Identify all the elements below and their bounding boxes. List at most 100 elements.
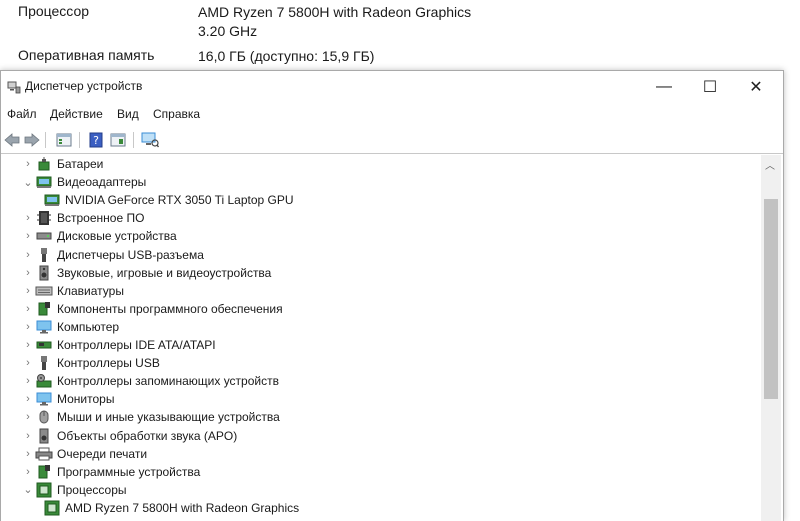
computer-icon — [35, 319, 53, 335]
window-title: Диспетчер устройств — [25, 79, 143, 93]
chevron-right-icon[interactable]: › — [21, 430, 35, 442]
scroll-up-arrow-icon[interactable]: ︿ — [765, 157, 775, 172]
tree-category[interactable]: › Клавиатуры — [21, 282, 124, 300]
toolbar-separator — [45, 132, 46, 148]
processor-value-line1: AMD Ryzen 7 5800H with Radeon Graphics — [198, 4, 472, 20]
tree-category[interactable]: ⌄ Видеоадаптеры — [21, 173, 146, 191]
scrollbar-thumb[interactable] — [764, 199, 778, 399]
tree-category[interactable]: › Встроенное ПО — [21, 209, 144, 227]
chevron-right-icon[interactable]: › — [21, 411, 35, 423]
menu-bar: Файл Действие Вид Справка — [1, 105, 783, 125]
back-arrow-icon[interactable] — [3, 131, 21, 149]
toolbar-separator — [133, 132, 134, 148]
menu-action[interactable]: Действие — [50, 107, 103, 121]
menu-file[interactable]: Файл — [7, 107, 37, 121]
chevron-right-icon[interactable]: › — [21, 267, 35, 279]
monitor-icon — [35, 391, 53, 407]
chevron-right-icon[interactable]: › — [21, 230, 35, 242]
tree-item-label: Видеоадаптеры — [57, 175, 147, 190]
chevron-right-icon[interactable]: › — [21, 212, 35, 224]
ram-value: 16,0 ГБ (доступно: 15,9 ГБ) — [198, 48, 375, 64]
device-tree: › Батареи ⌄ Видеоадаптеры NVIDIA GeForce RTX… — [1, 155, 761, 521]
tree-item-label: Контроллеры USB — [57, 356, 160, 371]
usb-connector-icon — [35, 247, 53, 263]
tree-category[interactable]: › Компоненты программного обеспечения — [21, 300, 283, 318]
tree-item-label: Встроенное ПО — [57, 211, 145, 226]
tree-category[interactable]: › Объекты обработки звука (APO) — [21, 427, 237, 445]
forward-arrow-icon[interactable] — [23, 131, 41, 149]
tree-category[interactable]: › Компьютер — [21, 318, 119, 336]
device-manager-window: Диспетчер устройств — ☐ ✕ Файл Действие … — [0, 70, 784, 521]
mouse-icon — [35, 409, 53, 425]
usb-controller-icon — [35, 355, 53, 371]
tree-category[interactable]: › Очереди печати — [21, 445, 147, 463]
tree-item-label: Объекты обработки звука (APO) — [57, 428, 238, 443]
maximize-button[interactable]: ☐ — [687, 71, 733, 103]
vertical-scrollbar[interactable]: ︿ — [761, 155, 781, 521]
firmware-icon — [35, 210, 53, 226]
chevron-right-icon[interactable]: › — [21, 448, 35, 460]
tree-category[interactable]: › Мыши и иные указывающие устройства — [21, 408, 280, 426]
tree-category[interactable]: › Батареи — [21, 155, 103, 173]
chevron-down-icon[interactable]: ⌄ — [21, 176, 35, 189]
tree-item-label: Дисковые устройства — [57, 229, 177, 244]
tree-item-label: Диспетчеры USB-разъема — [57, 247, 204, 262]
ram-label: Оперативная память — [18, 47, 155, 63]
chevron-down-icon[interactable]: ⌄ — [21, 483, 35, 496]
close-button[interactable]: ✕ — [733, 71, 779, 103]
tree-item-label: Контроллеры IDE ATA/ATAPI — [57, 338, 216, 352]
tree-category[interactable]: › Звуковые, игровые и видеоустройства — [21, 264, 271, 282]
chevron-right-icon[interactable]: › — [21, 285, 35, 297]
tree-item-label: NVIDIA GeForce RTX 3050 Ti Laptop GPU — [65, 193, 294, 208]
tree-item-label: Мыши и иные указывающие устройства — [57, 410, 280, 425]
toolbar: ? — [1, 127, 783, 154]
menu-help[interactable]: Справка — [153, 107, 200, 121]
tree-category[interactable]: › Диспетчеры USB-разъема — [21, 246, 204, 264]
tree-category[interactable]: › Программные устройства — [21, 463, 200, 481]
chevron-right-icon[interactable]: › — [21, 357, 35, 369]
tree-category[interactable]: › Дисковые устройства — [21, 227, 177, 245]
menu-view[interactable]: Вид — [117, 107, 139, 121]
display-adapter-icon — [43, 192, 61, 208]
processor-value-line2: 3.20 GHz — [198, 23, 258, 39]
tree-category[interactable]: ⌄ Процессоры — [21, 481, 127, 499]
tree-item-label: Звуковые, игровые и видеоустройства — [57, 265, 272, 280]
processor-icon — [43, 500, 61, 516]
display-adapter-icon — [35, 174, 53, 190]
disk-drive-icon — [35, 228, 53, 244]
chevron-right-icon[interactable]: › — [21, 249, 35, 261]
tree-category[interactable]: › Контроллеры IDE ATA/ATAPI — [21, 336, 216, 354]
chevron-right-icon[interactable]: › — [21, 339, 35, 351]
tree-category[interactable]: › Контроллеры запоминающих устройств — [21, 372, 279, 390]
storage-controller-icon — [35, 373, 53, 389]
chevron-right-icon[interactable]: › — [21, 303, 35, 315]
tree-device[interactable]: NVIDIA GeForce RTX 3050 Ti Laptop GPU — [43, 191, 294, 209]
view-icon[interactable] — [109, 131, 127, 149]
minimize-button[interactable]: — — [641, 71, 687, 103]
tree-category[interactable]: › Контроллеры USB — [21, 354, 160, 372]
tree-item-label: Компоненты программного обеспечения — [57, 301, 283, 316]
tree-item-label: Процессоры — [57, 482, 127, 497]
processor-value: AMD Ryzen 7 5800H with Radeon Graphics 3… — [198, 3, 758, 41]
properties-icon[interactable] — [55, 131, 73, 149]
chevron-right-icon[interactable]: › — [21, 466, 35, 478]
chevron-right-icon[interactable]: › — [21, 321, 35, 333]
processor-icon — [35, 482, 53, 498]
printer-icon — [35, 446, 53, 462]
chevron-right-icon[interactable]: › — [21, 375, 35, 387]
keyboard-icon — [35, 283, 53, 299]
processor-label: Процессор — [18, 3, 90, 19]
scan-hardware-icon[interactable] — [141, 131, 159, 149]
help-icon[interactable]: ? — [87, 131, 105, 149]
device-manager-icon — [7, 80, 21, 94]
tree-item-label: Контроллеры запоминающих устройств — [57, 374, 279, 389]
audio-processing-icon — [35, 428, 53, 444]
tree-item-label: Батареи — [57, 157, 104, 171]
tree-item-label: Мониторы — [57, 392, 115, 407]
chevron-right-icon[interactable]: › — [21, 158, 35, 170]
battery-icon — [35, 156, 53, 172]
tree-category[interactable]: › Мониторы — [21, 390, 114, 408]
title-bar[interactable]: Диспетчер устройств — ☐ ✕ — [1, 71, 783, 103]
tree-device[interactable]: AMD Ryzen 7 5800H with Radeon Graphics — [43, 499, 299, 517]
chevron-right-icon[interactable]: › — [21, 393, 35, 405]
